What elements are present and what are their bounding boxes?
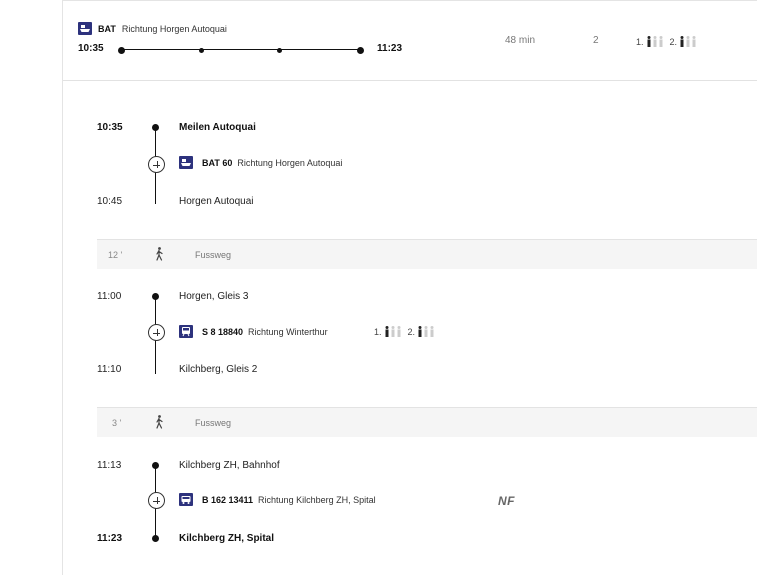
leg-1-departure-stop[interactable]: Meilen Autoquai	[179, 122, 256, 133]
walk-duration: 12 '	[108, 250, 123, 260]
leg-3-departure-time: 11:13	[97, 460, 122, 471]
occupancy-low-icon	[417, 326, 435, 337]
walk-label: Fussweg	[195, 250, 232, 260]
leg-1-departure-time: 10:35	[97, 122, 123, 133]
leg-3-service-number: B 162 13411	[202, 494, 254, 505]
connection-summary[interactable]: BAT Richtung Horgen Autoquai 10:35 11:23…	[63, 1, 757, 81]
leg-1-arrival-time: 10:45	[97, 196, 123, 207]
summary-occupancy: 1. 2.	[636, 36, 703, 47]
walk-segment: 3 ' Fussweg	[97, 407, 757, 437]
walk-segment: 12 ' Fussweg	[97, 239, 757, 269]
leg-1-expand-button[interactable]	[148, 156, 165, 173]
occupancy-class-2: 2.	[407, 326, 416, 337]
leg-2-departure-stop[interactable]: Horgen, Gleis 3	[179, 291, 248, 302]
leg-2-arrival-stop[interactable]: Kilchberg, Gleis 2	[179, 364, 257, 375]
leg-2-occupancy: 1. 2.	[374, 326, 441, 337]
bus-icon	[179, 493, 193, 506]
stop-dot	[152, 535, 159, 542]
leg-2-direction: Richtung Winterthur	[248, 326, 328, 337]
summary-product: BAT	[98, 23, 116, 34]
occupancy-class-2: 2.	[669, 36, 678, 47]
leg-3-direction: Richtung Kilchberg ZH, Spital	[258, 494, 376, 505]
summary-duration: 48 min	[505, 35, 536, 46]
low-floor-attribute: NF	[498, 494, 515, 508]
summary-changes: 2	[593, 35, 599, 46]
summary-route-line	[118, 47, 364, 54]
leg-2-departure-time: 11:00	[97, 291, 122, 302]
occupancy-low-icon	[679, 36, 697, 47]
route-end-dot	[357, 47, 364, 54]
leg-2-arrival-time: 11:10	[97, 364, 122, 375]
occupancy-class-1: 1.	[374, 326, 382, 337]
leg-1-arrival-stop[interactable]: Horgen Autoquai	[179, 196, 254, 207]
leg-1-direction: Richtung Horgen Autoquai	[237, 157, 343, 168]
connection-panel: BAT Richtung Horgen Autoquai 10:35 11:23…	[62, 0, 757, 575]
leg-1-service[interactable]: BAT 60 Richtung Horgen Autoquai	[179, 156, 342, 169]
boat-icon	[78, 22, 92, 35]
leg-1-service-number: BAT 60	[202, 157, 233, 168]
route-change-dot	[277, 48, 282, 53]
walking-person-icon	[154, 415, 164, 432]
route-change-dot	[199, 48, 204, 53]
occupancy-low-icon	[384, 326, 402, 337]
boat-icon	[179, 156, 193, 169]
summary-product-line: BAT Richtung Horgen Autoquai	[78, 22, 227, 35]
leg-3-expand-button[interactable]	[148, 492, 165, 509]
occupancy-low-icon	[646, 36, 664, 47]
train-icon	[179, 325, 193, 338]
leg-2-service[interactable]: S 8 18840 Richtung Winterthur	[179, 325, 328, 338]
summary-departure-time: 10:35	[78, 43, 104, 54]
occupancy-class-1: 1.	[636, 36, 644, 47]
leg-3-arrival-time: 11:23	[97, 533, 123, 544]
summary-arrival-time: 11:23	[377, 43, 403, 54]
walking-person-icon	[154, 247, 164, 264]
leg-3-departure-stop[interactable]: Kilchberg ZH, Bahnhof	[179, 460, 280, 471]
route-start-dot	[118, 47, 125, 54]
walk-label: Fussweg	[195, 418, 232, 428]
walk-duration: 3 '	[112, 418, 122, 428]
summary-direction: Richtung Horgen Autoquai	[121, 23, 227, 34]
leg-2-service-number: S 8 18840	[202, 326, 244, 337]
leg-3-arrival-stop[interactable]: Kilchberg ZH, Spital	[179, 533, 274, 544]
leg-3-service[interactable]: B 162 13411 Richtung Kilchberg ZH, Spita…	[179, 493, 376, 506]
leg-2-expand-button[interactable]	[148, 324, 165, 341]
